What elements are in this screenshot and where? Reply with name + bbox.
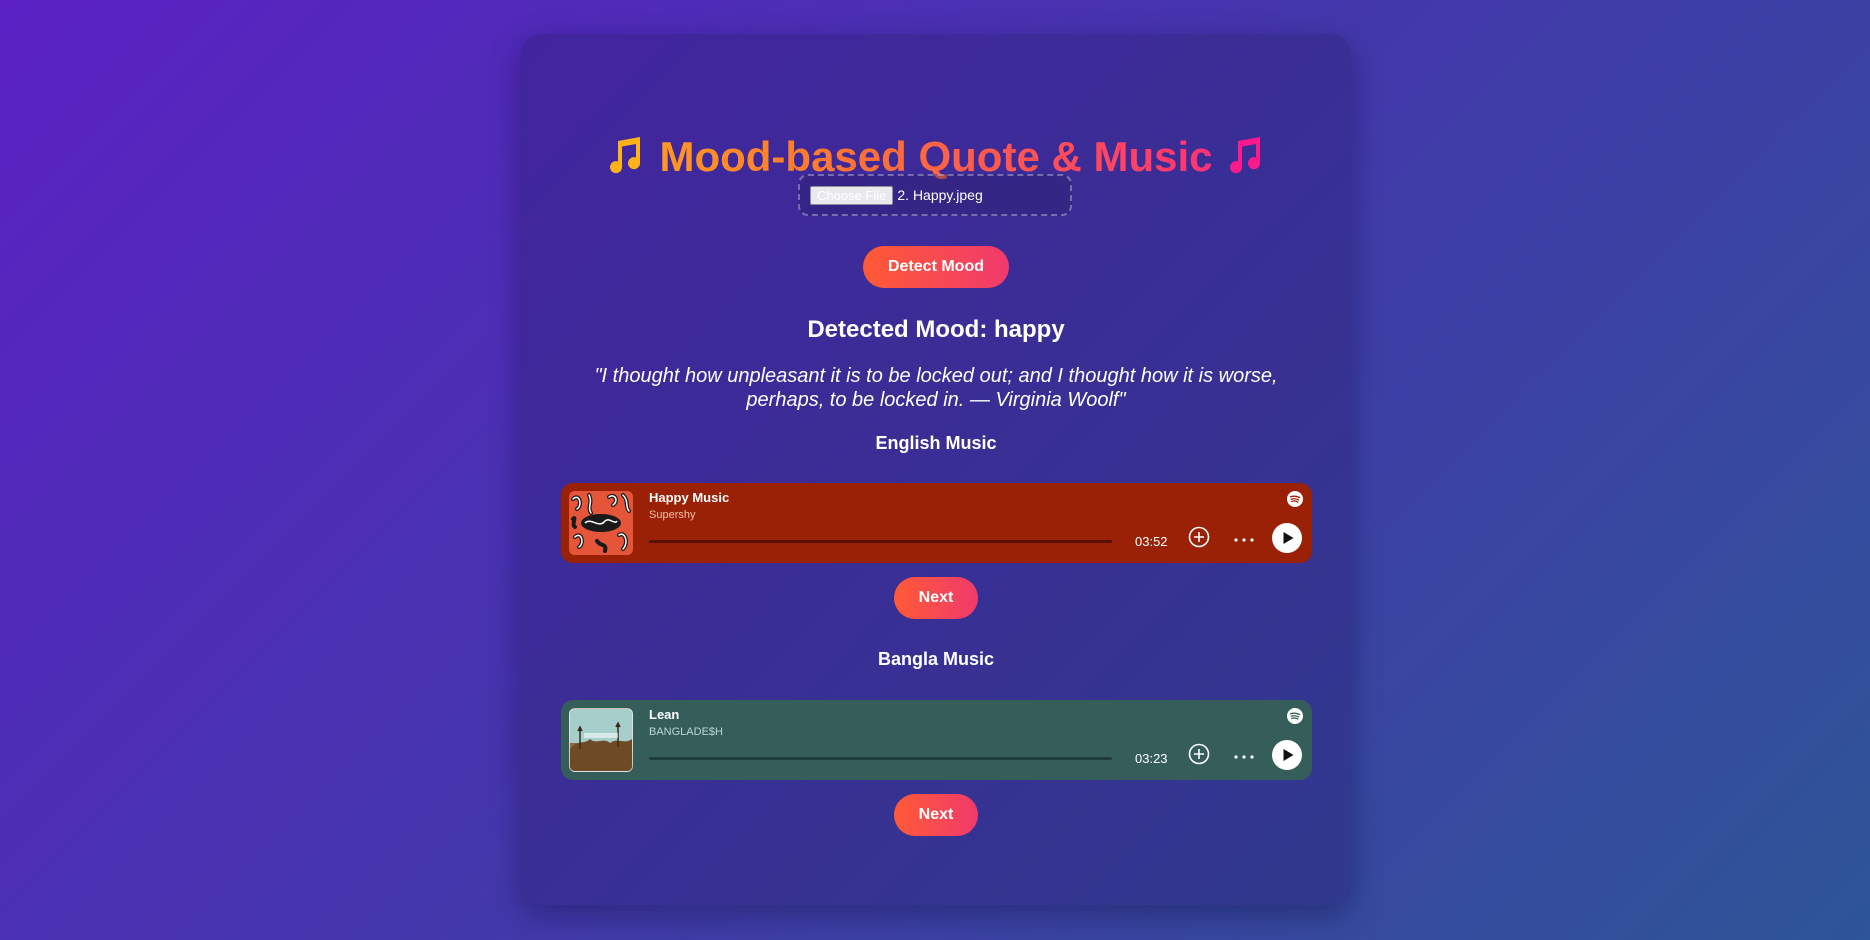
add-icon[interactable]	[1188, 526, 1210, 548]
progress-bar[interactable]	[649, 757, 1112, 760]
file-name: 2. Happy.jpeg	[897, 187, 983, 203]
choose-file-button[interactable]: Choose File	[810, 185, 894, 205]
bangla-music-heading: Bangla Music	[877, 649, 995, 669]
music-note-icon-left	[604, 133, 648, 188]
quote-text: "I thought how unpleasant it is to be lo…	[594, 365, 1278, 411]
track-duration: 03:52	[1135, 534, 1168, 549]
music-note-icon-right	[1224, 133, 1268, 188]
album-cover	[569, 708, 633, 772]
track-title[interactable]: Lean	[649, 707, 679, 722]
play-icon[interactable]	[1272, 740, 1302, 770]
track-artist[interactable]: Supershy	[649, 509, 695, 521]
more-options-icon[interactable]	[1233, 532, 1255, 542]
play-icon[interactable]	[1272, 523, 1302, 553]
detect-mood-button[interactable]: Detect Mood	[863, 246, 1009, 288]
spotify-icon[interactable]	[1287, 491, 1303, 507]
progress-bar[interactable]	[649, 540, 1112, 543]
spotify-icon[interactable]	[1287, 708, 1303, 724]
detected-mood: Detected Mood: happy	[807, 316, 1065, 343]
next-english-button[interactable]: Next	[894, 577, 978, 619]
english-music-player[interactable]: Happy Music Supershy 03:52	[561, 483, 1312, 563]
file-upload[interactable]: Choose File 2. Happy.jpeg	[798, 174, 1072, 216]
track-artist[interactable]: BANGLADE$H	[649, 726, 723, 738]
bangla-music-player[interactable]: Lean BANGLADE$H 03:23	[561, 700, 1312, 780]
next-bangla-button[interactable]: Next	[894, 794, 978, 836]
english-music-heading: English Music	[875, 433, 997, 453]
track-title[interactable]: Happy Music	[649, 490, 729, 505]
more-options-icon[interactable]	[1233, 749, 1255, 759]
main-card: Mood-based Quote & Music Choose File 2. …	[521, 34, 1351, 905]
track-duration: 03:23	[1135, 751, 1168, 766]
add-icon[interactable]	[1188, 743, 1210, 765]
album-cover	[569, 491, 633, 555]
